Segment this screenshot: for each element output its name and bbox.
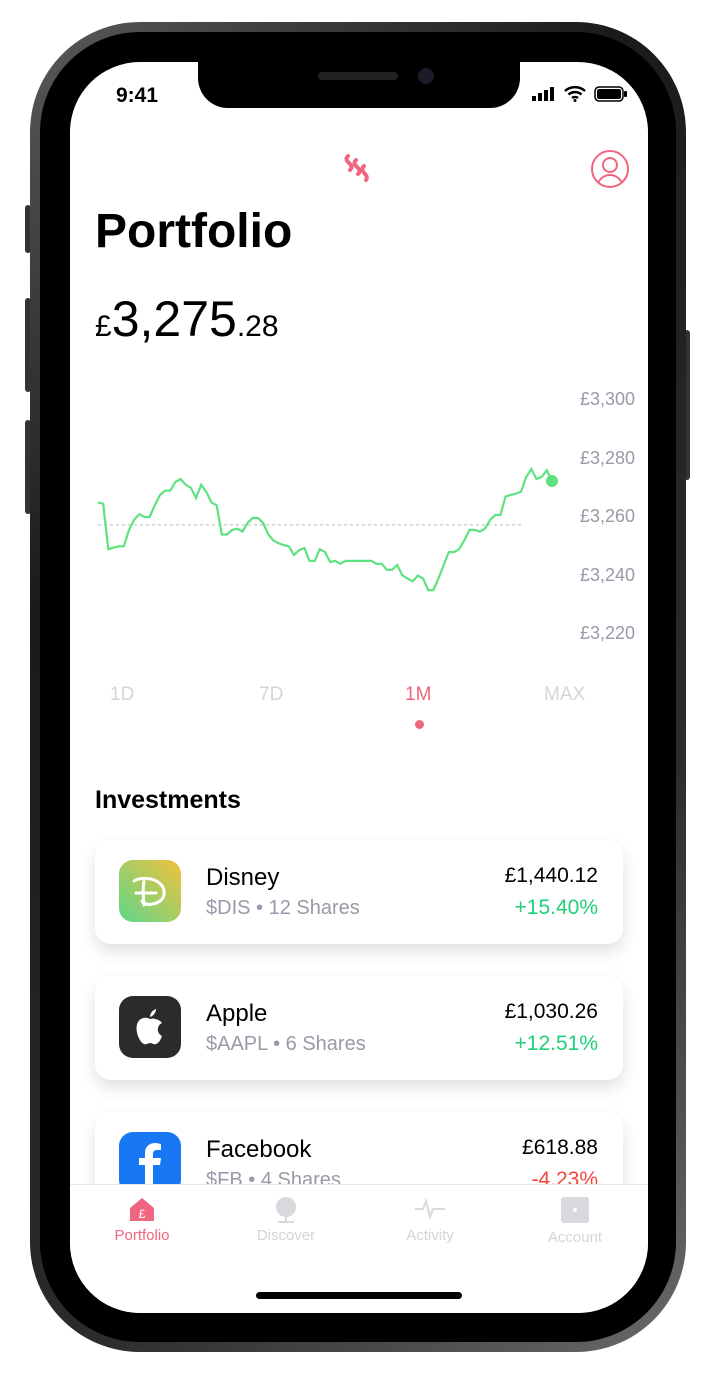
pulse-icon [415, 1197, 445, 1221]
investments-heading: Investments [95, 786, 241, 814]
investment-card-disney[interactable]: Disney $DIS • 12 Shares £1,440.12 +15.40… [95, 840, 623, 944]
range-1d[interactable]: 1D [110, 684, 134, 706]
investment-value: £1,440.12 [504, 864, 598, 887]
investment-details: $AAPL • 6 Shares [206, 1033, 366, 1055]
current-price-dot [546, 475, 558, 488]
globe-icon [276, 1197, 296, 1223]
disney-logo-icon [119, 860, 181, 922]
investment-name: Apple [206, 1000, 268, 1027]
home-indicator[interactable] [256, 1292, 462, 1299]
active-range-indicator [415, 720, 424, 729]
home-pound-icon: £ [130, 1198, 154, 1221]
svg-text:£: £ [139, 1207, 146, 1221]
chart-plot [97, 466, 558, 592]
user-icon [596, 157, 624, 186]
camera-icon [418, 68, 434, 84]
range-max[interactable]: MAX [544, 684, 585, 706]
investment-name: Disney [206, 864, 280, 891]
status-time: 9:41 [116, 84, 159, 107]
investment-change: +15.40% [514, 896, 599, 919]
screen: 9:41 Portfolio £3,275.28 £3,300 £3,280 £3,… [70, 62, 648, 1313]
page-title: Portfolio [95, 205, 293, 258]
investment-value: £618.88 [522, 1136, 598, 1159]
notch [198, 62, 520, 108]
price-line [97, 466, 553, 592]
wifi-icon [564, 86, 586, 102]
tab-account[interactable]: Account [515, 1195, 635, 1246]
profile-avatar-button[interactable] [591, 150, 629, 188]
investment-details: $DIS • 12 Shares [206, 897, 360, 919]
apple-logo-icon [119, 996, 181, 1058]
investment-card-apple[interactable]: Apple $AAPL • 6 Shares £1,030.26 +12.51% [95, 976, 623, 1080]
y-tick-label: £3,280 [579, 447, 635, 468]
investment-change: +12.51% [514, 1032, 599, 1055]
range-7d[interactable]: 7D [259, 684, 283, 706]
y-tick-label: £3,300 [579, 389, 635, 409]
y-tick-label: £3,220 [579, 623, 635, 643]
investment-value: £1,030.26 [504, 1000, 598, 1023]
y-tick-label: £3,240 [579, 564, 635, 585]
battery-icon [594, 86, 627, 102]
app-logo-icon [344, 154, 369, 182]
investment-name: Facebook [206, 1136, 312, 1163]
tab-discover[interactable]: Discover [226, 1195, 346, 1244]
status-icons [532, 86, 628, 102]
tab-activity[interactable]: Activity [370, 1195, 490, 1244]
portfolio-chart[interactable]: £3,300 £3,280 £3,260 £3,240 £3,220 [70, 372, 648, 652]
wallet-icon [561, 1197, 589, 1223]
portfolio-total: £3,275.28 [95, 291, 279, 347]
range-1m[interactable]: 1M [405, 684, 431, 706]
signal-icon [532, 87, 554, 101]
y-tick-label: £3,260 [579, 506, 635, 526]
tab-portfolio[interactable]: £ Portfolio [82, 1195, 202, 1244]
